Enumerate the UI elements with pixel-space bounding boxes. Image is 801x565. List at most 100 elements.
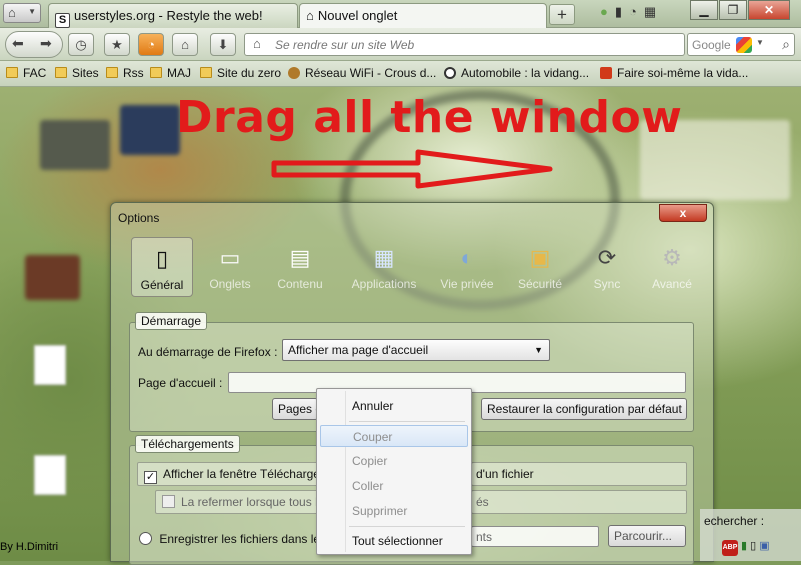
search-icon[interactable]: ⌕ xyxy=(782,36,790,53)
bookmark-label: Automobile : la vidang... xyxy=(461,66,590,80)
menu-item-supprimer[interactable]: Supprimer xyxy=(320,500,468,522)
close-when-done-row[interactable]: La refermer lorsque tous le xyxy=(155,490,319,514)
home-button[interactable]: ⌂ xyxy=(172,33,198,56)
bookmark-link[interactable]: Automobile : la vidang... xyxy=(444,66,589,80)
tab-securite[interactable]: ▣ Sécurité xyxy=(509,237,571,297)
radio-button[interactable] xyxy=(139,532,152,545)
tab-sync[interactable]: ⟳ Sync xyxy=(576,237,638,297)
address-placeholder: Se rendre sur un site Web xyxy=(275,38,415,52)
checkbox-label-tail: d'un fichier xyxy=(476,467,534,481)
folder-icon xyxy=(55,67,67,78)
rss-icon[interactable]: ◔ xyxy=(629,4,644,19)
mask-icon: ◐ xyxy=(460,245,474,270)
bookmark-folder[interactable]: Site du zero xyxy=(200,66,281,80)
home-icon: ⌂ xyxy=(8,5,16,20)
download-folder-field[interactable]: nts xyxy=(471,526,599,547)
rss-button[interactable]: ◔ xyxy=(138,33,164,56)
checkbox-label: La refermer lorsque tous le xyxy=(181,495,319,509)
show-downloads-window-row[interactable]: ✓ Afficher la fenêtre Télécharger xyxy=(137,462,319,486)
navigation-bar: ⬅ ➡ ◷ ★ ◔ ⌂ ⬇ ⌂ Se rendre sur un site We… xyxy=(0,28,801,61)
tab-general[interactable]: ▯ Général xyxy=(131,237,193,297)
tab-userstyles[interactable]: Suserstyles.org - Restyle the web! xyxy=(48,3,298,28)
chevron-down-icon[interactable]: ▼ xyxy=(756,38,764,47)
homepage-label: Page d'accueil : xyxy=(138,376,223,390)
category-label: Applications xyxy=(351,277,417,291)
bookmark-label: Faire soi-même la vida... xyxy=(617,66,749,80)
bookmark-folder[interactable]: FAC xyxy=(6,66,46,80)
tab-bar: ⌂ ▼ Suserstyles.org - Restyle the web! ⌂… xyxy=(0,0,801,28)
toolbar-icons: ●▮◔▦ xyxy=(600,4,663,20)
search-bar[interactable]: Google ▼ ⌕ xyxy=(687,33,795,56)
bookmark-link[interactable]: Faire soi-même la vida... xyxy=(600,66,748,80)
switch-icon: ▯ xyxy=(155,246,169,271)
browse-button[interactable]: Parcourir... xyxy=(608,525,686,547)
menu-item-coller[interactable]: Coller xyxy=(320,475,468,497)
bookmark-link[interactable]: Réseau WiFi - Crous d... xyxy=(288,66,436,80)
forward-icon[interactable]: ➡ xyxy=(40,35,52,52)
google-icon[interactable] xyxy=(736,37,752,53)
context-menu: Annuler Couper Copier Coller Supprimer T… xyxy=(316,388,472,555)
bookmark-folder[interactable]: MAJ xyxy=(150,66,191,80)
tab-new-tab[interactable]: ⌂ Nouvel onglet xyxy=(299,3,547,28)
userstyles-icon: S xyxy=(55,13,70,28)
category-label: Vie privée xyxy=(440,277,494,291)
category-label: Contenu xyxy=(277,277,323,291)
gear-icon: ⚙ xyxy=(662,245,682,270)
grid-icon[interactable]: ▦ xyxy=(644,4,663,19)
menu-separator xyxy=(349,421,465,422)
bookmark-button[interactable]: ★ xyxy=(104,33,130,56)
desktop-file-icon[interactable] xyxy=(34,345,66,385)
save-files-row[interactable]: Enregistrer les fichiers dans le xyxy=(139,532,320,546)
dialog-title: Options xyxy=(118,211,160,225)
menu-item-couper[interactable]: Couper xyxy=(320,425,468,447)
bookmark-label: Sites xyxy=(72,66,99,80)
tab-vie-privee[interactable]: ◐ Vie privée xyxy=(436,237,498,297)
bookmark-label: Rss xyxy=(123,66,144,80)
bookmark-folder[interactable]: Sites xyxy=(55,66,99,80)
menu-item-copier[interactable]: Copier xyxy=(320,450,468,472)
arrow-right-icon xyxy=(271,149,553,189)
tray-icon[interactable]: ▯ xyxy=(750,540,756,552)
back-forward-group: ⬅ ➡ xyxy=(5,31,63,58)
tray-icon[interactable]: ▣ xyxy=(759,540,769,552)
menu-item-annuler[interactable]: Annuler xyxy=(320,395,468,417)
tab-applications[interactable]: ▦ Applications xyxy=(349,237,419,297)
menu-item-tout-selectionner[interactable]: Tout sélectionner xyxy=(320,530,468,552)
signal-icon[interactable]: ▮ xyxy=(615,4,629,19)
close-window-button[interactable]: ✕ xyxy=(748,0,790,20)
bookmark-folder[interactable]: Rss xyxy=(106,66,144,80)
dialog-close-button[interactable]: x xyxy=(659,204,707,222)
minimize-button[interactable]: ▁ xyxy=(690,0,718,20)
startup-select-value: Afficher ma page d'accueil xyxy=(288,343,429,357)
maximize-button[interactable]: ❐ xyxy=(719,0,747,20)
category-label: Avancé xyxy=(652,277,692,291)
bookmark-label: Site du zero xyxy=(217,66,282,80)
tab-onglets[interactable]: ▭ Onglets xyxy=(199,237,261,297)
tab-label: Nouvel onglet xyxy=(317,8,398,23)
status-dot-icon[interactable]: ● xyxy=(600,4,615,19)
startup-select[interactable]: Afficher ma page d'accueil ▼ xyxy=(282,339,550,361)
checkbox-unchecked[interactable] xyxy=(162,495,175,508)
new-tab-button[interactable]: + xyxy=(549,4,575,25)
tab-contenu[interactable]: ▤ Contenu xyxy=(269,237,331,297)
tab-label: userstyles.org - Restyle the web! xyxy=(74,8,263,23)
bookmark-label: Réseau WiFi - Crous d... xyxy=(305,66,437,80)
startup-group-title: Démarrage xyxy=(135,312,208,330)
checkbox-checked[interactable]: ✓ xyxy=(144,471,157,484)
adblock-icon[interactable]: ABP xyxy=(722,540,738,556)
firefox-menu-button[interactable]: ⌂ ▼ xyxy=(3,3,41,23)
tab-avance[interactable]: ⚙ Avancé xyxy=(641,237,703,297)
restore-default-button[interactable]: Restaurer la configuration par défaut xyxy=(481,398,687,420)
home-icon: ⌂ xyxy=(253,36,261,51)
address-bar[interactable]: ⌂ Se rendre sur un site Web xyxy=(244,33,685,56)
back-icon[interactable]: ⬅ xyxy=(12,35,24,52)
download-button[interactable]: ⬇ xyxy=(210,33,236,56)
checkbox-label: Afficher la fenêtre Télécharger xyxy=(163,467,319,481)
tray-icon[interactable]: ▮ xyxy=(741,540,747,552)
home-icon: ⌂ xyxy=(181,37,189,52)
category-label: Onglets xyxy=(209,277,251,291)
use-current-pages-button[interactable]: Pages c xyxy=(272,398,318,420)
history-button[interactable]: ◷ xyxy=(68,33,94,56)
desktop-file-icon[interactable] xyxy=(34,455,66,495)
search-engine-label: Google xyxy=(692,38,731,52)
